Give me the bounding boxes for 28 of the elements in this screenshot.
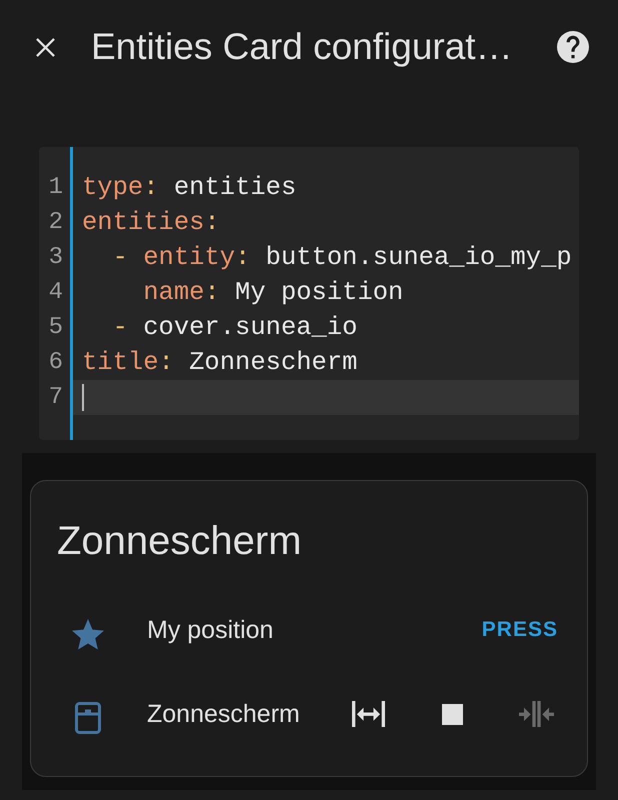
help-button[interactable] [557, 31, 589, 63]
line-number: 1 [48, 173, 64, 203]
window-cover-icon [75, 702, 101, 734]
code-editor[interactable]: 1 2 3 4 5 6 7 type: entities entities: - entity: button.sunea_io_my_p name: My position - cover.sunea_io title: Zonnescherm [39, 147, 579, 440]
code-line: name: My position [142, 277, 404, 309]
stop-icon [442, 704, 462, 724]
press-button[interactable]: PRESS [474, 612, 566, 648]
line-number: 5 [48, 313, 64, 343]
expand-arrows-icon [352, 700, 384, 728]
code-line: - cover.sunea_io [112, 312, 358, 344]
star-icon [72, 618, 104, 650]
code-line: title: Zonnescherm [81, 347, 358, 379]
code-line: entities: [81, 207, 221, 239]
code-line: - entity: button.sunea_io_my_p [112, 242, 573, 274]
line-number: 6 [48, 348, 64, 378]
entity-name: Zonnescherm [147, 700, 300, 728]
card-title: Zonnescherm [57, 518, 303, 565]
line-number: 7 [48, 383, 64, 413]
code-line: type: entities [81, 172, 298, 204]
line-number: 2 [48, 208, 64, 238]
line-number: 3 [48, 243, 64, 273]
close-icon [36, 38, 54, 56]
collapse-arrows-icon [518, 700, 554, 728]
entity-name: My position [147, 616, 274, 644]
dialog-title: Entities Card configurat… [91, 26, 513, 68]
line-number: 4 [48, 278, 64, 308]
help-icon [557, 31, 589, 63]
text-cursor-icon [82, 384, 84, 411]
